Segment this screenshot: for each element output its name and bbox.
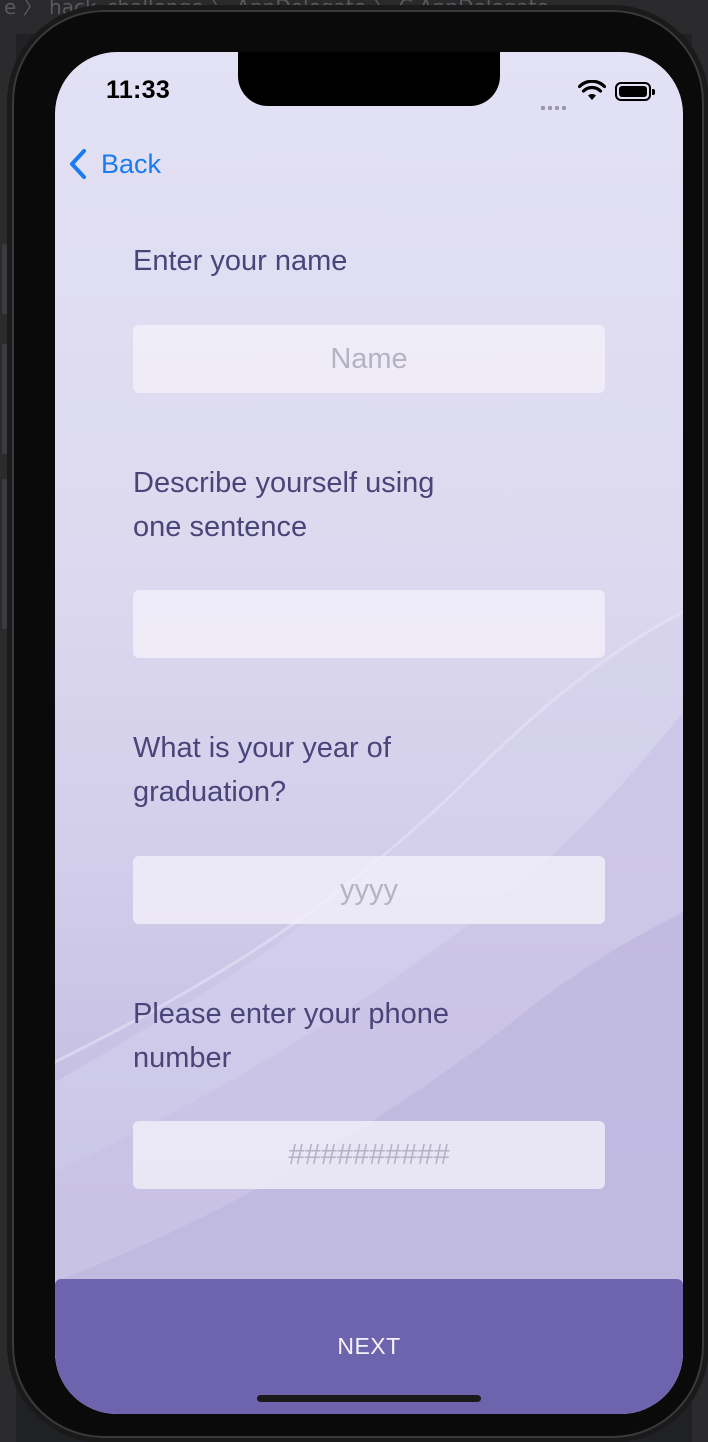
next-button[interactable]: NEXT [55, 1279, 683, 1414]
notch [238, 52, 500, 106]
name-question: Enter your name [133, 245, 348, 277]
back-button[interactable]: Back [67, 146, 161, 182]
name-field[interactable] [133, 325, 605, 393]
home-indicator[interactable] [257, 1395, 481, 1402]
back-label: Back [101, 148, 162, 179]
graduation-year-field[interactable] [133, 856, 605, 924]
chevron-left-icon [70, 149, 86, 179]
iphone-frame: 11:33 Back Enter your name Describe your… [12, 10, 704, 1438]
battery-icon [615, 82, 655, 101]
describe-question: Describe yourself using one sentence [133, 467, 435, 543]
next-label: NEXT [337, 1333, 401, 1359]
app-screen: 11:33 Back Enter your name Describe your… [55, 52, 683, 1414]
graduation-question: What is your year of graduation? [133, 732, 391, 808]
status-time: 11:33 [106, 76, 171, 104]
phone-question: Please enter your phone number [133, 998, 449, 1074]
wifi-icon [578, 80, 606, 100]
cellular-signal-icon [541, 95, 569, 114]
phone-number-field[interactable] [133, 1121, 605, 1189]
describe-field[interactable] [133, 590, 605, 658]
